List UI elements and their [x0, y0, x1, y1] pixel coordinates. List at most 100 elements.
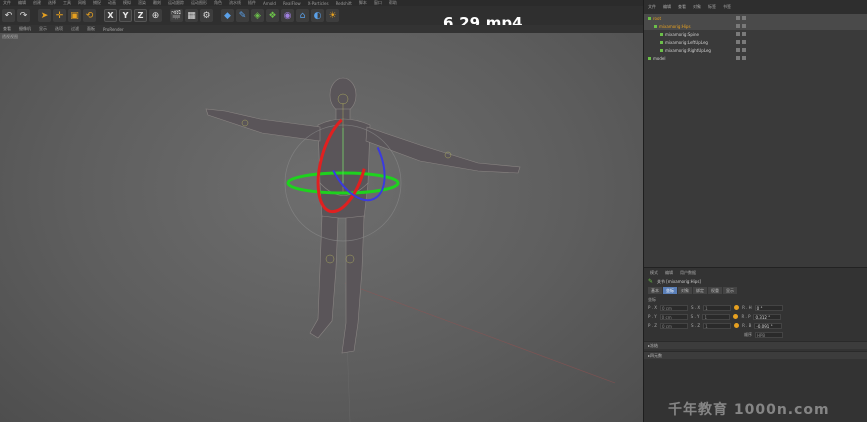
- render-settings-icon[interactable]: ⚙: [200, 9, 213, 22]
- deformer-icon[interactable]: ◉: [281, 9, 294, 22]
- scene-icon[interactable]: ⌂: [296, 9, 309, 22]
- character-left-leg: [309, 215, 339, 339]
- viewport-menu-item[interactable]: 摄像机: [19, 26, 31, 32]
- object-manager-menu-item[interactable]: 文件: [648, 4, 656, 10]
- attribute-menu-item[interactable]: 用户数据: [680, 270, 696, 276]
- move-icon[interactable]: ✛: [53, 9, 66, 22]
- render-region-icon[interactable]: ▦: [185, 9, 198, 22]
- visibility-toggles[interactable]: [736, 16, 746, 20]
- visibility-toggles[interactable]: [736, 56, 746, 60]
- array-icon[interactable]: ❖: [266, 9, 279, 22]
- pen-icon[interactable]: ✎: [236, 9, 249, 22]
- coordinate-label: R . P: [741, 314, 751, 319]
- object-row[interactable]: model: [644, 54, 867, 62]
- keyframe-dot-icon[interactable]: [733, 314, 739, 319]
- keyframe-dot-icon[interactable]: [734, 323, 740, 328]
- viewport-menu-item[interactable]: 过滤: [71, 26, 79, 32]
- rotation-order-select[interactable]: HPB: [755, 331, 783, 338]
- y-axis-icon[interactable]: Y: [119, 9, 132, 22]
- coordinate-row: P . Z0 cm S . Z1 R . B -0.091 °: [644, 321, 867, 330]
- ground-x-axis-line: [344, 282, 616, 384]
- collapsed-sections: ▸ 冻结 ▸ 四元数: [644, 341, 867, 359]
- visibility-toggles[interactable]: [736, 32, 746, 36]
- viewport-camera-label: 透视视图: [2, 34, 18, 39]
- object-manager-menu-item[interactable]: 书签: [723, 4, 731, 10]
- visibility-toggles[interactable]: [736, 48, 746, 52]
- coordinate-row: P . X0 cm S . X1 R . H0 °: [644, 303, 867, 312]
- coordinate-label: P . X: [648, 305, 657, 310]
- undo-icon[interactable]: ↶: [2, 9, 15, 22]
- viewport-menu-bar: 查看 摄像机 显示 选项 过滤 面板 ProRender: [0, 25, 643, 33]
- object-manager-menu-item[interactable]: 对象: [693, 4, 701, 10]
- coordinate-row: P . Y0 cm S . Y1 R . P 0.312 °: [644, 312, 867, 321]
- collapsed-section[interactable]: ▸ 冻结: [644, 341, 867, 349]
- watermark: 千年教育 1000n.com: [668, 402, 830, 418]
- attribute-tab[interactable]: 对象: [678, 286, 692, 294]
- visibility-toggles[interactable]: [736, 24, 746, 28]
- coordinate-field[interactable]: 1: [702, 313, 731, 320]
- object-row[interactable]: mixamorig:LeftUpLeg: [644, 38, 867, 46]
- object-name: model: [653, 55, 666, 61]
- attribute-tab[interactable]: 基本: [648, 286, 662, 294]
- menu-item[interactable]: X-Particles: [308, 1, 329, 6]
- attribute-tab[interactable]: 绑定: [693, 286, 707, 294]
- camera-icon[interactable]: ◐: [311, 9, 324, 22]
- object-manager-menu-item[interactable]: 编辑: [663, 4, 671, 10]
- render-view-icon[interactable]: 🎬: [170, 9, 183, 22]
- joint-icon: [660, 48, 663, 52]
- attribute-title-row: ✎ 关节 [mixamorig:Hips]: [644, 277, 867, 286]
- menu-item[interactable]: Redshift: [336, 1, 352, 6]
- subdivision-icon[interactable]: ◈: [251, 9, 264, 22]
- joint-icon: [660, 40, 663, 44]
- coordinate-system-icon[interactable]: ⊕: [149, 9, 162, 22]
- visibility-toggles[interactable]: [736, 40, 746, 44]
- object-row[interactable]: root: [644, 14, 867, 22]
- object-row[interactable]: mixamorig:Hips: [644, 22, 867, 30]
- keyframe-dot-icon[interactable]: [734, 305, 740, 310]
- rotate-icon[interactable]: ⟲: [83, 9, 96, 22]
- attribute-menu-item[interactable]: 编辑: [665, 270, 673, 276]
- coordinate-field[interactable]: 0 °: [754, 304, 783, 311]
- viewport-menu-item[interactable]: 显示: [39, 26, 47, 32]
- coordinate-field[interactable]: 0 cm: [659, 313, 688, 320]
- object-row[interactable]: mixamorig:RightUpLeg: [644, 46, 867, 54]
- coordinate-field[interactable]: -0.091 °: [754, 322, 783, 329]
- object-manager-menu-item[interactable]: 标签: [708, 4, 716, 10]
- attribute-menu-item[interactable]: 模式: [650, 270, 658, 276]
- coordinate-label: S . X: [690, 305, 701, 310]
- coordinate-field[interactable]: 1: [703, 304, 732, 311]
- collapsed-section[interactable]: ▸ 四元数: [644, 351, 867, 359]
- scale-icon[interactable]: ▣: [68, 9, 81, 22]
- coordinate-label: S . Z: [690, 323, 701, 328]
- z-axis-icon[interactable]: Z: [134, 9, 147, 22]
- attribute-tab[interactable]: 坐标: [663, 286, 677, 294]
- menu-item[interactable]: RealFlow: [283, 1, 301, 6]
- character-right-arm: [365, 126, 521, 174]
- coordinate-field[interactable]: 0 cm: [659, 322, 688, 329]
- menu-item[interactable]: Arnold: [263, 1, 276, 6]
- attribute-tab[interactable]: 显示: [723, 286, 737, 294]
- coordinate-field[interactable]: 1: [703, 322, 732, 329]
- x-axis-icon[interactable]: X: [104, 9, 117, 22]
- viewport-menu-item[interactable]: 查看: [3, 26, 11, 32]
- redo-icon[interactable]: ↷: [17, 9, 30, 22]
- object-name: mixamorig:Spine: [665, 31, 699, 37]
- viewport-menu-item[interactable]: 面板: [87, 26, 95, 32]
- object-row[interactable]: mixamorig:Spine: [644, 30, 867, 38]
- viewport-menu-item[interactable]: ProRender: [103, 27, 124, 32]
- object-name: root: [653, 15, 662, 21]
- object-manager-menu-item[interactable]: 查看: [678, 4, 686, 10]
- viewport-menu-item[interactable]: 选项: [55, 26, 63, 32]
- coordinate-field[interactable]: 0 cm: [659, 304, 688, 311]
- rotation-order-row: 顺序 HPB: [644, 330, 867, 339]
- light-icon[interactable]: ☀: [326, 9, 339, 22]
- attribute-object-title: 关节 [mixamorig:Hips]: [657, 278, 701, 284]
- object-manager-list[interactable]: root mixamorig:Hips mixamorig:Spine mixamor…: [644, 14, 867, 267]
- select-arrow-icon[interactable]: ➤: [38, 9, 51, 22]
- cube-icon[interactable]: ◆: [221, 9, 234, 22]
- attribute-tabs: 基本 坐标 对象 绑定 权重 显示: [644, 286, 867, 294]
- coordinate-field[interactable]: 0.312 °: [753, 313, 782, 320]
- joint-icon: ✎: [648, 278, 654, 285]
- attribute-tab[interactable]: 权重: [708, 286, 722, 294]
- 3d-viewport[interactable]: [0, 33, 643, 422]
